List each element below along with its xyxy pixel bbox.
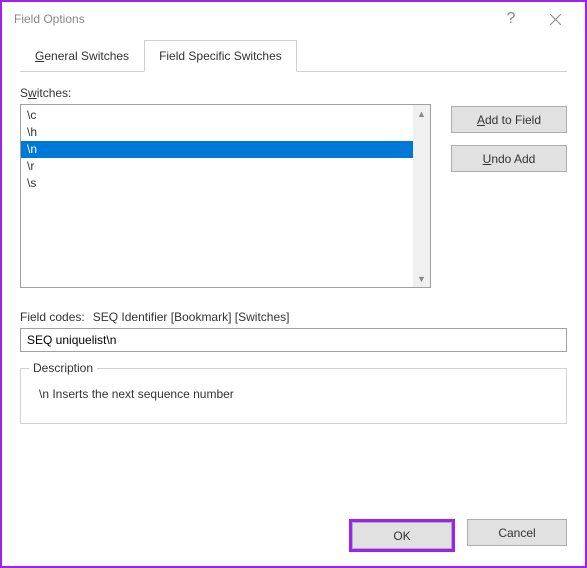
ok-button[interactable]: OK (352, 522, 452, 549)
tab-general-switches[interactable]: General Switches (20, 40, 144, 72)
tab-field-specific-switches[interactable]: Field Specific Switches (144, 40, 297, 72)
undo-add-button[interactable]: Undo Add (451, 145, 567, 172)
dialog-window: Field Options ? General Switches Field S… (0, 0, 587, 568)
list-item[interactable]: \c (21, 107, 413, 124)
scroll-down-icon[interactable]: ▼ (413, 270, 430, 287)
dialog-title: Field Options (10, 12, 489, 26)
switches-label: Switches: (20, 86, 431, 100)
scrollbar[interactable]: ▲ ▼ (413, 105, 430, 287)
list-item[interactable]: \s (21, 175, 413, 192)
field-codes-label-row: Field codes: SEQ Identifier [Bookmark] [… (20, 310, 567, 324)
action-buttons: Add to Field Undo Add (451, 106, 567, 288)
help-button[interactable]: ? (489, 4, 533, 34)
description-text: \n Inserts the next sequence number (39, 387, 554, 401)
list-item[interactable]: \r (21, 158, 413, 175)
titlebar: Field Options ? (2, 2, 585, 36)
field-codes-input[interactable] (20, 328, 567, 352)
switches-column: Switches: \c \h \n \r \s ▲ ▼ (20, 86, 431, 288)
cancel-button[interactable]: Cancel (467, 519, 567, 546)
dialog-footer: OK Cancel (2, 505, 585, 566)
field-codes-section: Field codes: SEQ Identifier [Bookmark] [… (20, 310, 567, 352)
scroll-up-icon[interactable]: ▲ (413, 105, 430, 122)
dialog-content: General Switches Field Specific Switches… (2, 36, 585, 505)
ok-highlight: OK (349, 519, 455, 552)
switches-items: \c \h \n \r \s (21, 105, 413, 287)
close-button[interactable] (533, 4, 577, 34)
list-item[interactable]: \h (21, 124, 413, 141)
switches-section: Switches: \c \h \n \r \s ▲ ▼ Add (20, 86, 567, 288)
tabs: General Switches Field Specific Switches (20, 40, 567, 72)
field-codes-format: SEQ Identifier [Bookmark] [Switches] (93, 310, 290, 324)
description-legend: Description (29, 361, 97, 375)
close-icon (550, 14, 561, 25)
list-item[interactable]: \n (21, 141, 413, 158)
add-to-field-button[interactable]: Add to Field (451, 106, 567, 133)
description-group: Description \n Inserts the next sequence… (20, 368, 567, 424)
switches-listbox[interactable]: \c \h \n \r \s ▲ ▼ (20, 104, 431, 288)
field-codes-label: Field codes: (20, 310, 85, 324)
